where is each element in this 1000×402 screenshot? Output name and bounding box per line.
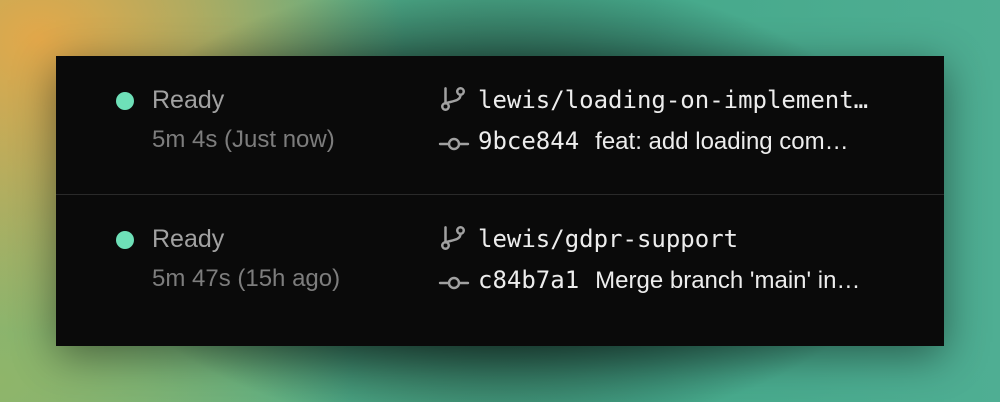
branch-name-link[interactable]: lewis/loading-on-implement… (478, 86, 920, 114)
commit-message: Merge branch 'main' in… (595, 267, 861, 294)
status-dot-icon (116, 92, 134, 110)
git-branch-icon (441, 226, 465, 250)
commit-link[interactable]: 9bce844 feat: add loading com… (478, 127, 918, 156)
branch-name-link[interactable]: lewis/gdpr-support (478, 225, 920, 253)
git-commit-icon (438, 276, 470, 290)
deployment-duration: 5m 47s (15h ago) (152, 265, 341, 292)
commit-link[interactable]: c84b7a1 Merge branch 'main' in… (478, 266, 918, 295)
deployments-panel: Ready 5m 4s (Just now) lewis/loading-on-… (56, 56, 944, 346)
git-commit-icon (438, 137, 470, 151)
deployment-duration: 5m 4s (Just now) (152, 126, 335, 153)
commit-sha: c84b7a1 (478, 266, 580, 294)
status-dot-icon (116, 231, 134, 249)
deployment-row[interactable]: Ready 5m 47s (15h ago) lewis/gdpr-suppor… (56, 195, 944, 333)
deployment-status: Ready (152, 86, 225, 114)
deployment-row[interactable]: Ready 5m 4s (Just now) lewis/loading-on-… (56, 56, 944, 194)
deployment-status: Ready (152, 225, 225, 253)
commit-sha: 9bce844 (478, 127, 580, 155)
git-branch-icon (441, 87, 465, 111)
commit-message: feat: add loading com… (595, 128, 849, 155)
